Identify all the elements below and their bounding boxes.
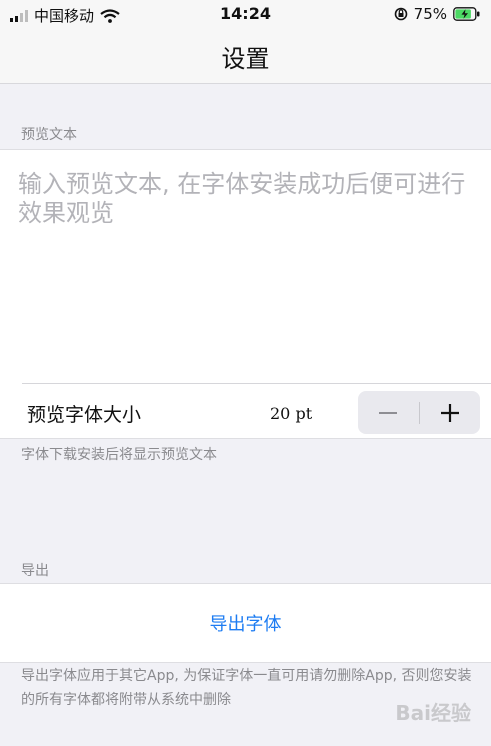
page-title: 设置 [221, 45, 270, 73]
font-size-label: 预览字体大小 [27, 404, 142, 426]
preview-text-input[interactable]: 输入预览文本, 在字体安装成功后便可进行效果观览 [18, 170, 468, 228]
preview-footnote: 字体下载安装后将显示预览文本 [21, 447, 217, 463]
font-size-value: 20 pt [270, 404, 313, 423]
status-bar: 中国移动 14:24 75% [0, 0, 491, 28]
battery-percent: 75% [413, 5, 447, 23]
font-size-stepper[interactable] [358, 391, 480, 434]
increase-font-size-button[interactable] [419, 391, 480, 434]
plus-icon [440, 403, 459, 422]
export-card: 导出字体 [0, 583, 491, 663]
divider [22, 383, 491, 384]
preview-section-header: 预览文本 [21, 127, 77, 143]
minus-icon [379, 411, 398, 414]
baidu-watermark: Bai经验 [395, 701, 471, 725]
decrease-font-size-button[interactable] [358, 391, 419, 434]
status-right: 75% [394, 5, 481, 23]
export-font-button[interactable]: 导出字体 [0, 610, 491, 636]
navigation-bar: 设置 [0, 28, 491, 84]
export-section-header: 导出 [21, 563, 49, 579]
battery-charging-icon [453, 7, 480, 21]
preview-card: 输入预览文本, 在字体安装成功后便可进行效果观览 预览字体大小 20 pt [0, 149, 491, 439]
orientation-lock-icon [394, 7, 407, 21]
